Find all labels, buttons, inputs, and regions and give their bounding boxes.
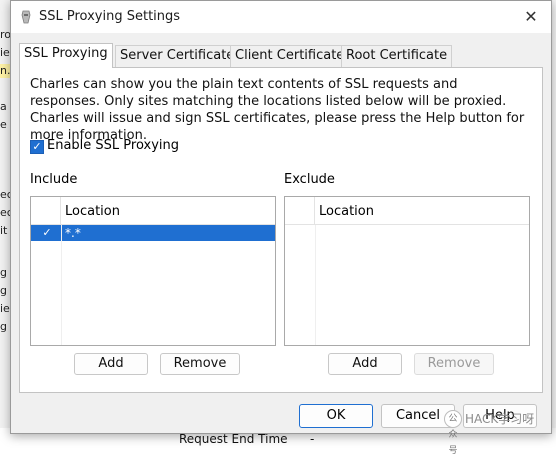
include-label: Include [30,172,78,187]
background-text-fragment: it [0,224,8,237]
close-icon[interactable]: ✕ [521,7,541,27]
background-text-fragment: n. [0,64,10,78]
exclude-table-header: Location [285,197,529,225]
background-request-end-time-label: Request End Time [179,432,288,446]
tab-server-certificates[interactable]: Server Certificates [115,45,247,67]
background-text-fragment: g [0,284,7,297]
ssl-proxying-settings-dialog: SSL Proxying Settings ✕ SSL Proxying Ser… [10,0,552,434]
column-divider [61,225,62,345]
description-text: Charles can show you the plain text cont… [30,77,525,143]
include-table[interactable]: Location ✓ *.* [30,196,276,346]
watermark: 公众号 HACK学习呀 [444,404,554,456]
include-remove-button[interactable]: Remove [160,353,240,375]
charles-app-icon [21,10,31,24]
background-text-fragment: a [0,100,7,113]
tab-client-certificates[interactable]: Client Certificates [230,45,357,67]
background-text-fragment: ie [0,46,10,59]
exclude-table[interactable]: Location [284,196,530,346]
background-request-end-time-value: - [310,432,315,446]
watermark-text: HACK学习呀 [465,412,535,426]
exclude-label: Exclude [284,172,335,187]
background-text-fragment: ie [0,302,10,315]
ok-button[interactable]: OK [299,404,373,428]
column-divider [315,225,316,345]
background-text-fragment: g [0,320,7,333]
row-location[interactable]: *.* [65,225,81,241]
exclude-remove-button: Remove [414,353,494,375]
background-text-fragment: ro [0,28,10,41]
include-add-button[interactable]: Add [74,353,148,375]
enable-ssl-proxying-label[interactable]: Enable SSL Proxying [47,138,179,153]
tab-ssl-proxying[interactable]: SSL Proxying [19,43,113,68]
watermark-badge-icon: 公众号 [444,410,462,456]
ssl-proxying-tab-panel: Charles can show you the plain text cont… [19,67,543,393]
row-checkbox[interactable]: ✓ [40,226,54,240]
include-location-column-header[interactable]: Location [65,204,120,219]
exclude-add-button[interactable]: Add [328,353,402,375]
title-bar[interactable]: SSL Proxying Settings ✕ [11,1,551,33]
dialog-title: SSL Proxying Settings [39,9,181,24]
background-text-fragment: g [0,266,7,279]
background-text-fragment: ec [0,188,10,201]
tab-root-certificate[interactable]: Root Certificate [341,45,453,67]
exclude-enabled-column-header[interactable] [285,197,315,225]
include-table-header: Location [31,197,275,225]
include-enabled-column-header[interactable] [31,197,61,225]
background-text-fragment: e [0,118,7,131]
exclude-location-column-header[interactable]: Location [319,204,374,219]
table-row[interactable]: ✓ *.* [31,225,275,241]
background-text-fragment: ec [0,206,10,219]
enable-ssl-proxying-checkbox[interactable]: ✓ [30,140,44,154]
